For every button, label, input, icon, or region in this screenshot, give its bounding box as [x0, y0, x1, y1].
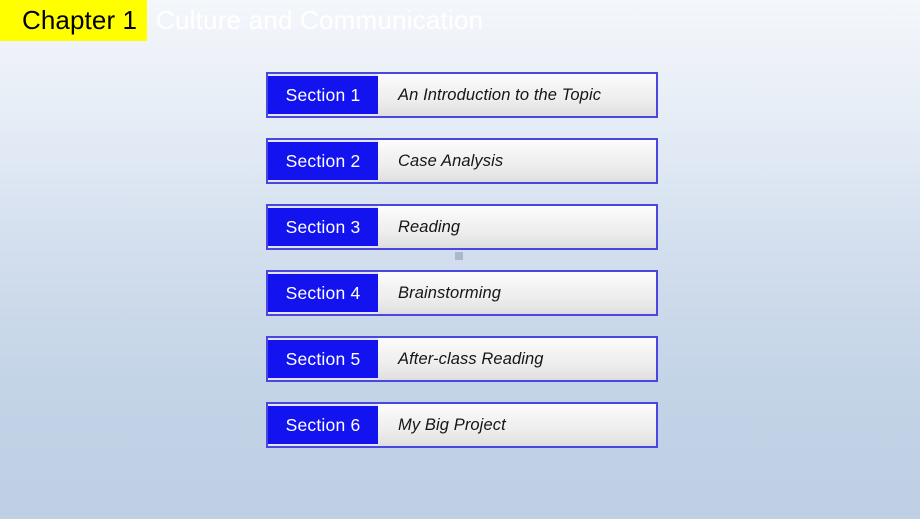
- section-tag: Section 4: [268, 272, 378, 314]
- slide-title-bar: Chapter 1 Culture and Communication: [0, 0, 920, 44]
- section-title: Reading: [398, 217, 461, 236]
- section-tag: Section 6: [268, 404, 378, 446]
- section-title: An Introduction to the Topic: [398, 85, 602, 104]
- section-title: Brainstorming: [398, 283, 502, 302]
- chapter-number-label: Chapter 1: [0, 0, 147, 41]
- chapter-title-text: Culture and Communication: [156, 5, 484, 35]
- section-tag: Section 1: [268, 74, 378, 116]
- section-tag: Section 3: [268, 206, 378, 248]
- section-row[interactable]: Section 2 Case Analysis: [266, 138, 658, 184]
- section-list: Section 1 An Introduction to the Topic S…: [266, 72, 658, 468]
- section-title: Case Analysis: [398, 151, 504, 170]
- section-row[interactable]: Section 6 My Big Project: [266, 402, 658, 448]
- section-row[interactable]: Section 3 Reading: [266, 204, 658, 250]
- section-tag: Section 5: [268, 338, 378, 380]
- section-row[interactable]: Section 4 Brainstorming: [266, 270, 658, 316]
- section-row[interactable]: Section 5 After-class Reading: [266, 336, 658, 382]
- section-tag: Section 2: [268, 140, 378, 182]
- slide-canvas: Chapter 1 Culture and Communication Secti…: [0, 0, 920, 519]
- stray-marker-artifact: [455, 252, 463, 260]
- section-title: My Big Project: [398, 415, 506, 434]
- section-title: After-class Reading: [398, 349, 544, 368]
- section-row[interactable]: Section 1 An Introduction to the Topic: [266, 72, 658, 118]
